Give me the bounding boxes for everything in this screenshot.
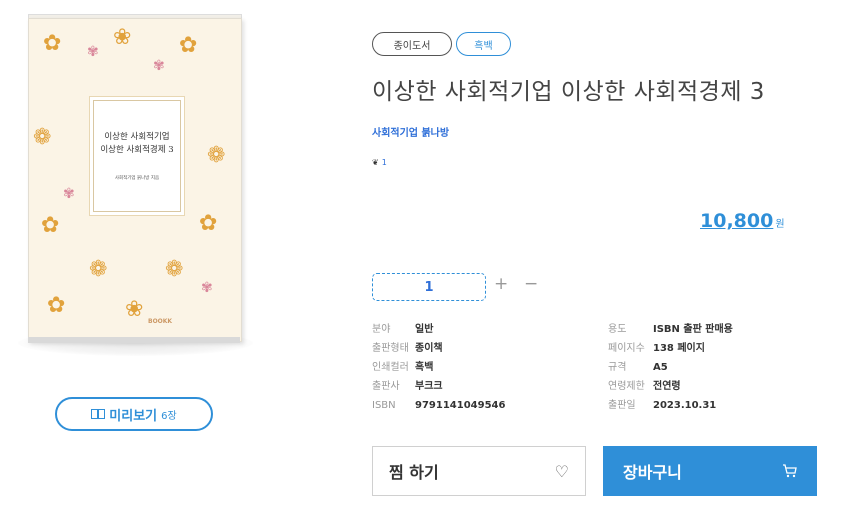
flower-decoration: ❁ bbox=[165, 257, 184, 282]
spec-value: 전연령 bbox=[653, 381, 681, 392]
quantity-minus-button[interactable]: − bbox=[524, 274, 538, 294]
spec-key: 인쇄컬러 bbox=[372, 362, 409, 373]
flower-decoration: ❁ bbox=[33, 125, 52, 150]
flower-decoration: ✾ bbox=[201, 280, 213, 296]
cover-publisher-logo: BOOKK bbox=[148, 318, 173, 325]
cover-title-line2: 이상한 사회적경제 3 bbox=[100, 145, 174, 155]
cover-title-line1: 이상한 사회적기업 bbox=[104, 132, 170, 142]
author-link[interactable]: 사회적기업 붉나방 bbox=[372, 124, 449, 139]
spec-key: 출판일 bbox=[608, 400, 636, 411]
spec-key: ISBN bbox=[372, 400, 396, 411]
flower-decoration: ✿ bbox=[41, 213, 60, 238]
product-title: 이상한 사회적기업 이상한 사회적경제 3 bbox=[372, 79, 765, 105]
heart-icon: ♡ bbox=[554, 461, 569, 481]
spec-row: 연령제한 전연령 bbox=[608, 377, 733, 396]
spec-value: 138 페이지 bbox=[653, 343, 705, 354]
flower-decoration: ✾ bbox=[153, 58, 165, 74]
flower-decoration: ✾ bbox=[87, 44, 99, 60]
like-count-value: 1 bbox=[381, 158, 387, 167]
cart-icon bbox=[782, 464, 797, 478]
like-count: ❦ 1 bbox=[372, 158, 387, 167]
flower-decoration: ❀ bbox=[125, 297, 144, 322]
preview-button[interactable]: 미리보기 6장 bbox=[55, 397, 213, 431]
heart-mini-icon: ❦ bbox=[372, 158, 379, 167]
flower-decoration: ✾ bbox=[63, 186, 75, 202]
spec-value: 9791141049546 bbox=[415, 400, 506, 411]
spec-key: 규격 bbox=[608, 362, 627, 373]
preview-page-count: 6장 bbox=[161, 410, 177, 422]
preview-label: 미리보기 bbox=[109, 408, 158, 424]
spec-value: 흑백 bbox=[415, 362, 434, 373]
spec-row: 출판일 2023.10.31 bbox=[608, 396, 733, 415]
flower-decoration: ✿ bbox=[199, 211, 218, 236]
flower-decoration: ✿ bbox=[179, 33, 198, 58]
spec-list-left: 분야 일반 출판형태 종이책 인쇄컬러 흑백 출판사 부크크 ISBN 979114104… bbox=[372, 320, 505, 415]
cover-author: 사회적기업 붉나방 지음 bbox=[114, 176, 160, 181]
book-open-icon bbox=[91, 409, 106, 419]
spec-row: 규격 A5 bbox=[608, 358, 733, 377]
spec-row: 용도 ISBN 출판 판매용 bbox=[608, 320, 733, 339]
wishlist-label: 찜 하기 bbox=[389, 463, 439, 482]
spec-value: A5 bbox=[653, 362, 668, 373]
price-unit: 원 bbox=[775, 219, 785, 230]
price-amount: 10,800 bbox=[700, 210, 774, 232]
flower-decoration: ❁ bbox=[207, 143, 226, 168]
price: 10,800 원 bbox=[700, 210, 785, 232]
cover-title-plate: 이상한 사회적기업 이상한 사회적경제 3 사회적기업 붉나방 지음 bbox=[93, 100, 181, 212]
spec-value: 2023.10.31 bbox=[653, 400, 717, 411]
quantity-plus-button[interactable]: + bbox=[494, 274, 508, 294]
spec-row: ISBN 9791141049546 bbox=[372, 396, 505, 415]
spec-key: 출판형태 bbox=[372, 343, 409, 354]
spec-value: 일반 bbox=[415, 324, 434, 335]
spec-row: 분야 일반 bbox=[372, 320, 505, 339]
flower-decoration: ✿ bbox=[47, 293, 66, 318]
spec-list-right: 용도 ISBN 출판 판매용 페이지수 138 페이지 규격 A5 연령제한 전연령 출… bbox=[608, 320, 733, 415]
spec-row: 출판형태 종이책 bbox=[372, 339, 505, 358]
spec-key: 용도 bbox=[608, 324, 627, 335]
spec-value: 부크크 bbox=[415, 381, 443, 392]
spec-key: 분야 bbox=[372, 324, 391, 335]
tag-paper-book[interactable]: 종이도서 bbox=[372, 32, 452, 56]
wishlist-button[interactable]: 찜 하기 ♡ bbox=[372, 446, 586, 496]
cart-label: 장바구니 bbox=[623, 463, 682, 482]
spec-value: ISBN 출판 판매용 bbox=[653, 324, 733, 335]
spec-row: 인쇄컬러 흑백 bbox=[372, 358, 505, 377]
spec-value: 종이책 bbox=[415, 343, 443, 354]
spec-key: 연령제한 bbox=[608, 381, 645, 392]
spec-key: 페이지수 bbox=[608, 343, 645, 354]
book-bottom-edge bbox=[28, 337, 240, 343]
quantity-input[interactable]: 1 bbox=[372, 273, 486, 301]
flower-decoration: ❀ bbox=[113, 25, 132, 50]
flower-decoration: ❁ bbox=[89, 257, 108, 282]
spec-row: 출판사 부크크 bbox=[372, 377, 505, 396]
add-to-cart-button[interactable]: 장바구니 bbox=[603, 446, 817, 496]
spec-row: 페이지수 138 페이지 bbox=[608, 339, 733, 358]
spec-key: 출판사 bbox=[372, 381, 400, 392]
flower-decoration: ✿ bbox=[43, 31, 62, 56]
tag-black-white[interactable]: 흑백 bbox=[456, 32, 511, 56]
